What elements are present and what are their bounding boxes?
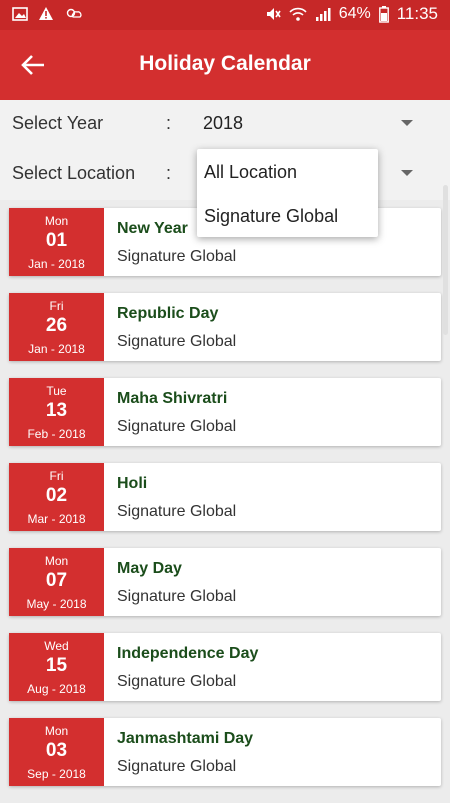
holiday-location: Signature Global [117,758,237,775]
day-of-week: Wed [44,639,69,653]
status-bar: 64% 11:35 [0,0,450,30]
day-of-week: Mon [44,554,69,568]
holiday-card[interactable]: Tue 13 Feb - 2018 Maha Shivratri Signatu… [9,378,441,446]
battery-percent: 64% [338,5,371,22]
year-select[interactable]: 2018 [203,113,243,134]
month-year: Jan - 2018 [28,257,85,271]
holiday-list: Mon 01 Jan - 2018 New Year Signature Glo… [9,208,441,803]
holiday-card[interactable]: Wed 15 Aug - 2018 Independence Day Signa… [9,633,441,701]
scrollbar[interactable] [443,185,448,335]
signal-icon [315,7,331,21]
battery-icon [378,5,389,23]
holiday-card[interactable]: Mon 07 May - 2018 May Day Signature Glob… [9,548,441,616]
year-row: Select Year : 2018 [0,100,450,146]
image-icon [12,6,28,21]
location-label: Select Location [12,163,136,183]
year-label: Select Year [12,113,104,133]
holiday-location: Signature Global [117,588,237,605]
location-dropdown-menu: All Location Signature Global [197,149,378,237]
holiday-name: Maha Shivratri [117,390,228,407]
holiday-card[interactable]: Fri 02 Mar - 2018 Holi Signature Global [9,463,441,531]
alert-icon [39,7,53,20]
location-separator: : [166,163,172,183]
day-number: 07 [45,570,68,591]
month-year: Sep - 2018 [27,767,86,781]
holiday-location: Signature Global [117,333,237,350]
day-number: 03 [45,740,68,761]
date-badge: Mon 01 Jan - 2018 [9,208,104,276]
day-of-week: Fri [49,299,64,313]
dropdown-option-signature-global[interactable]: Signature Global [204,206,338,227]
day-number: 26 [45,315,68,336]
holiday-name: Republic Day [117,305,219,322]
date-badge: Fri 26 Jan - 2018 [9,293,104,361]
day-of-week: Mon [44,214,69,228]
date-badge: Mon 03 Sep - 2018 [9,718,104,786]
date-badge: Tue 13 Feb - 2018 [9,378,104,446]
day-of-week: Fri [49,469,64,483]
mute-icon [266,8,281,20]
date-badge: Wed 15 Aug - 2018 [9,633,104,701]
month-year: May - 2018 [26,597,87,611]
year-separator: : [166,113,172,133]
month-year: Mar - 2018 [27,512,86,526]
dropdown-option-all-location[interactable]: All Location [204,162,297,183]
day-number: 02 [45,485,68,506]
month-year: Jan - 2018 [28,342,85,356]
holiday-location: Signature Global [117,503,237,520]
holiday-location: Signature Global [117,673,237,690]
month-year: Aug - 2018 [27,682,86,696]
page-title: Holiday Calendar [139,52,311,75]
holiday-location: Signature Global [117,418,237,435]
clock: 11:35 [396,4,438,23]
app-bar: Holiday Calendar [0,30,450,100]
holiday-name: Independence Day [117,645,259,662]
holiday-name: Holi [117,475,148,492]
wifi-icon [289,7,307,21]
holiday-name: Janmashtami Day [117,730,254,747]
day-of-week: Mon [44,724,69,738]
holiday-name: May Day [117,560,182,577]
holiday-name: New Year [117,220,188,237]
day-number: 15 [45,655,68,676]
weather-icon [66,8,82,18]
month-year: Feb - 2018 [27,427,86,441]
date-badge: Mon 07 May - 2018 [9,548,104,616]
date-badge: Fri 02 Mar - 2018 [9,463,104,531]
day-number: 13 [45,400,68,421]
day-of-week: Tue [46,384,67,398]
chevron-down-icon[interactable] [401,120,413,126]
holiday-card[interactable]: Fri 26 Jan - 2018 Republic Day Signature… [9,293,441,361]
holiday-location: Signature Global [117,248,237,265]
chevron-down-icon[interactable] [401,170,413,176]
day-number: 01 [45,230,68,251]
holiday-card[interactable]: Mon 03 Sep - 2018 Janmashtami Day Signat… [9,718,441,786]
